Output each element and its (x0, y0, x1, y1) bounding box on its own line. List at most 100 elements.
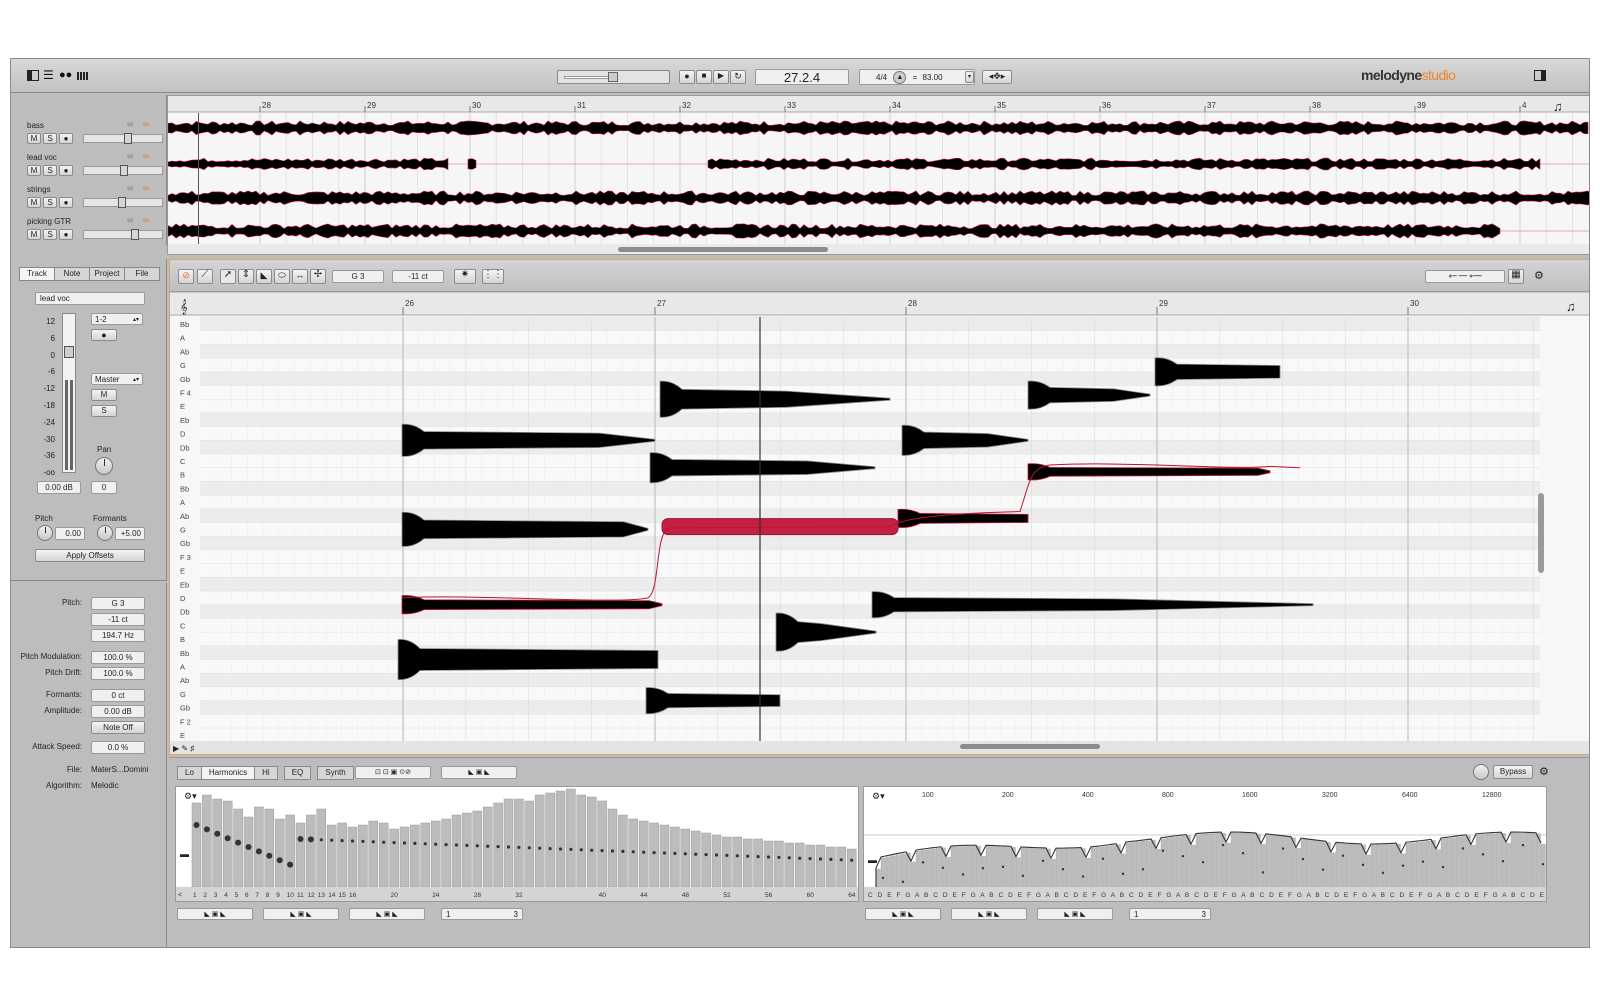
harmonic-bar[interactable] (358, 824, 368, 888)
harmonic-bar[interactable] (722, 836, 732, 888)
pitch-mod-tool-button[interactable]: ◣ (256, 269, 272, 284)
harmonic-bar[interactable] (368, 820, 379, 888)
track-waveform[interactable] (467, 158, 477, 170)
harmonic-bar[interactable] (826, 846, 836, 888)
inspector-toggle-icon[interactable] (1534, 70, 1546, 81)
harmonics-scroll-left-icon[interactable]: < (178, 892, 182, 899)
harmonic-bar[interactable] (233, 808, 243, 888)
separation-tool-button[interactable]: ✢ (310, 269, 326, 284)
track-record-button[interactable]: ● (59, 133, 73, 144)
pitch-slider[interactable] (557, 70, 670, 84)
harmonic-bar[interactable] (378, 822, 389, 888)
page-selector[interactable]: 13 (1129, 908, 1211, 920)
track-mute-button[interactable]: M (27, 133, 41, 144)
grid-view-button[interactable]: ▦ (1508, 269, 1524, 284)
editor-pitch-field[interactable]: G 3 (332, 270, 384, 283)
tempo-detect-button[interactable]: ◂✥▸ (982, 70, 1012, 84)
track-mute-button[interactable]: M (27, 197, 41, 208)
track-name-field[interactable]: lead voc (35, 292, 145, 305)
harmonic-bar[interactable] (306, 814, 316, 888)
volume-field[interactable]: 0.00 dB (37, 481, 81, 494)
prop-field-attack[interactable]: 0.0 % (91, 741, 145, 754)
harmonic-bar[interactable] (316, 808, 327, 888)
harmonic-bar[interactable] (566, 788, 576, 888)
harmonic-bar[interactable] (836, 846, 847, 888)
track-waveform[interactable] (707, 157, 1541, 171)
harmonic-bar[interactable] (254, 806, 264, 888)
track-waveform[interactable] (168, 190, 1590, 206)
main-tool-button[interactable]: ➚ (220, 269, 236, 284)
link-tool-button[interactable]: ⊘ (178, 269, 194, 284)
editor-vertical-scrollbar[interactable] (1538, 493, 1544, 573)
input-select[interactable]: 1-2 ▴▾ (91, 313, 143, 325)
harmonic-bar[interactable] (389, 828, 399, 888)
harmonic-bar[interactable] (202, 794, 212, 888)
clef-icon[interactable]: 𝄞 (180, 299, 188, 315)
layout-toggle-icon[interactable] (27, 70, 39, 81)
harmonic-controls[interactable]: ◣ ▣ ◣ (441, 766, 517, 779)
stop-button[interactable]: ■ (696, 70, 712, 84)
harmonic-bar[interactable] (701, 832, 711, 888)
track-record-button[interactable]: ● (59, 165, 73, 176)
harmonic-bar[interactable] (274, 818, 285, 888)
track-solo-button[interactable]: S (43, 133, 57, 144)
harmonic-bar[interactable] (399, 826, 410, 888)
metronome-icon[interactable]: ▲ (893, 71, 907, 85)
arrangement-area[interactable]: 28 29 30 31 32 33 34 35 36 37 38 39 4 ♫ (167, 95, 1590, 255)
harmonic-bar[interactable] (794, 842, 805, 888)
link-icon[interactable]: ∞ (127, 183, 133, 193)
link-icon[interactable]: ∞ (127, 151, 133, 161)
harmonic-bar[interactable] (337, 822, 347, 888)
pitch-offset-knob[interactable] (37, 525, 53, 541)
harmonic-bar[interactable] (586, 796, 597, 888)
pitch-grid[interactable]: 𝄞 ♫ Bb A Ab G Gb F 4 E Eb D Db C B Bb A Ab G Gb F 3 E Eb D Db C B… (170, 293, 1589, 754)
harmonic-bar[interactable] (191, 802, 202, 888)
harmonic-bar[interactable] (815, 844, 826, 888)
track-record-button[interactable]: ● (59, 229, 73, 240)
eq-view[interactable]: ⚙▾ ▬ 100 200 400 800 1600 3200 6400 12800 C D E F … (863, 786, 1547, 902)
harmonic-bar[interactable] (784, 842, 795, 888)
inspector-mute-button[interactable]: M (91, 389, 117, 401)
pitch-tool-button[interactable]: ⇕ (238, 269, 254, 284)
harmonic-bar[interactable] (347, 826, 358, 888)
sound-tab-harmonics[interactable]: Harmonics (200, 766, 256, 780)
track-record-button[interactable]: ● (59, 197, 73, 208)
harmonic-bar[interactable] (524, 800, 535, 888)
prop-field-pitch-note[interactable]: G 3 (91, 597, 145, 610)
harmonic-bar[interactable] (472, 810, 483, 888)
formants-offset-knob[interactable] (97, 525, 113, 541)
harmonic-bar[interactable] (742, 838, 753, 888)
bypass-knob[interactable] (1473, 764, 1489, 780)
harmonic-bar[interactable] (295, 822, 306, 888)
track-name[interactable]: strings (27, 185, 51, 194)
edit-link-icon[interactable]: ∞ (143, 215, 149, 225)
pan-knob[interactable] (95, 457, 113, 475)
sound-settings-icon[interactable]: ⚙ (1539, 765, 1549, 778)
harmonic-bar[interactable] (212, 798, 223, 888)
formant-tool-button[interactable]: ⬭ (274, 269, 290, 284)
harmonic-bar[interactable] (545, 792, 555, 888)
harmonic-bar[interactable] (534, 794, 545, 888)
prop-field-pitch-cents[interactable]: -11 ct (91, 613, 145, 626)
quantize-time-button[interactable]: ⋮⋮ (482, 269, 504, 284)
editor-tools-icon[interactable]: ▶ ✎ ♯ (173, 744, 194, 753)
tempo-value[interactable]: 83.00 (923, 73, 943, 82)
play-button[interactable]: ▶ (713, 70, 729, 84)
formants-offset-field[interactable]: +5.00 (115, 527, 145, 540)
harmonic-bar[interactable] (638, 820, 649, 888)
harmonic-bar[interactable] (711, 834, 722, 888)
harmonic-bar[interactable] (503, 798, 514, 888)
edit-link-icon[interactable]: ∞ (143, 119, 149, 129)
inspector-tab-project[interactable]: Project (89, 267, 125, 281)
page-selector[interactable]: 13 (441, 908, 523, 920)
harmonic-bar[interactable] (659, 824, 670, 888)
harmonic-bar[interactable] (243, 816, 254, 888)
harmonic-bar[interactable] (222, 800, 233, 888)
inspector-tab-track[interactable]: Track (19, 267, 55, 281)
volume-fader[interactable] (62, 313, 76, 473)
position-display[interactable]: 27.2.4 (755, 69, 849, 85)
sound-tab-eq[interactable]: EQ (283, 766, 312, 780)
tempo-display[interactable]: 4/4 ▲ = 83.00 (859, 69, 975, 85)
notes-icon[interactable]: ♫ (1553, 99, 1563, 114)
harmonics-view[interactable]: ⚙▾ ▬ <1 2 3 4 5 6 7 8 9 10 11 12 13 14 15 16 20 24 28 32 40 44 4… (175, 786, 859, 902)
